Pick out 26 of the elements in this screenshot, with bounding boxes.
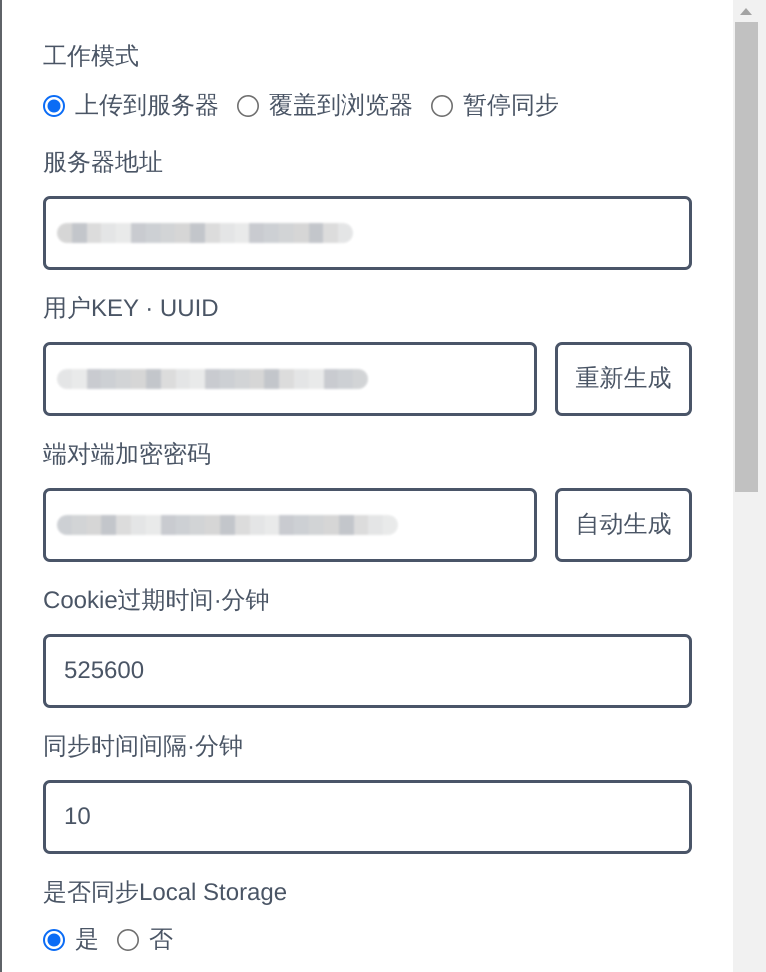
field-label: 工作模式 — [43, 42, 139, 72]
field-label: 服务器地址 — [43, 148, 163, 178]
input-field[interactable] — [43, 196, 692, 270]
input-field[interactable]: 10 — [43, 780, 692, 854]
field-label: 同步时间间隔·分钟 — [43, 732, 243, 762]
radio-checked-icon[interactable] — [43, 94, 65, 116]
input-field[interactable] — [43, 488, 537, 562]
radio-label[interactable]: 否 — [149, 923, 173, 956]
radio-label[interactable]: 是 — [75, 923, 99, 956]
scrollbar-thumb[interactable] — [735, 22, 758, 492]
field-label: 用户KEY · UUID — [43, 294, 219, 324]
generate-button[interactable]: 自动生成 — [555, 488, 692, 562]
radio-unchecked-icon[interactable] — [117, 928, 139, 950]
radio-unchecked-icon[interactable] — [431, 94, 453, 116]
input-field[interactable] — [43, 342, 537, 416]
radio-label[interactable]: 暂停同步 — [463, 89, 559, 122]
radio-label[interactable]: 覆盖到浏览器 — [269, 89, 413, 122]
radio-unchecked-icon[interactable] — [237, 94, 259, 116]
radio-label[interactable]: 上传到服务器 — [75, 89, 219, 122]
field-label: Cookie过期时间·分钟 — [43, 586, 270, 616]
radio-checked-icon[interactable] — [43, 928, 65, 950]
field-label: 是否同步Local Storage — [43, 878, 288, 908]
field-label: 端对端加密密码 — [43, 440, 211, 470]
generate-button[interactable]: 重新生成 — [555, 342, 692, 416]
input-field[interactable]: 525600 — [43, 634, 692, 708]
scrollbar[interactable] — [733, 0, 766, 972]
